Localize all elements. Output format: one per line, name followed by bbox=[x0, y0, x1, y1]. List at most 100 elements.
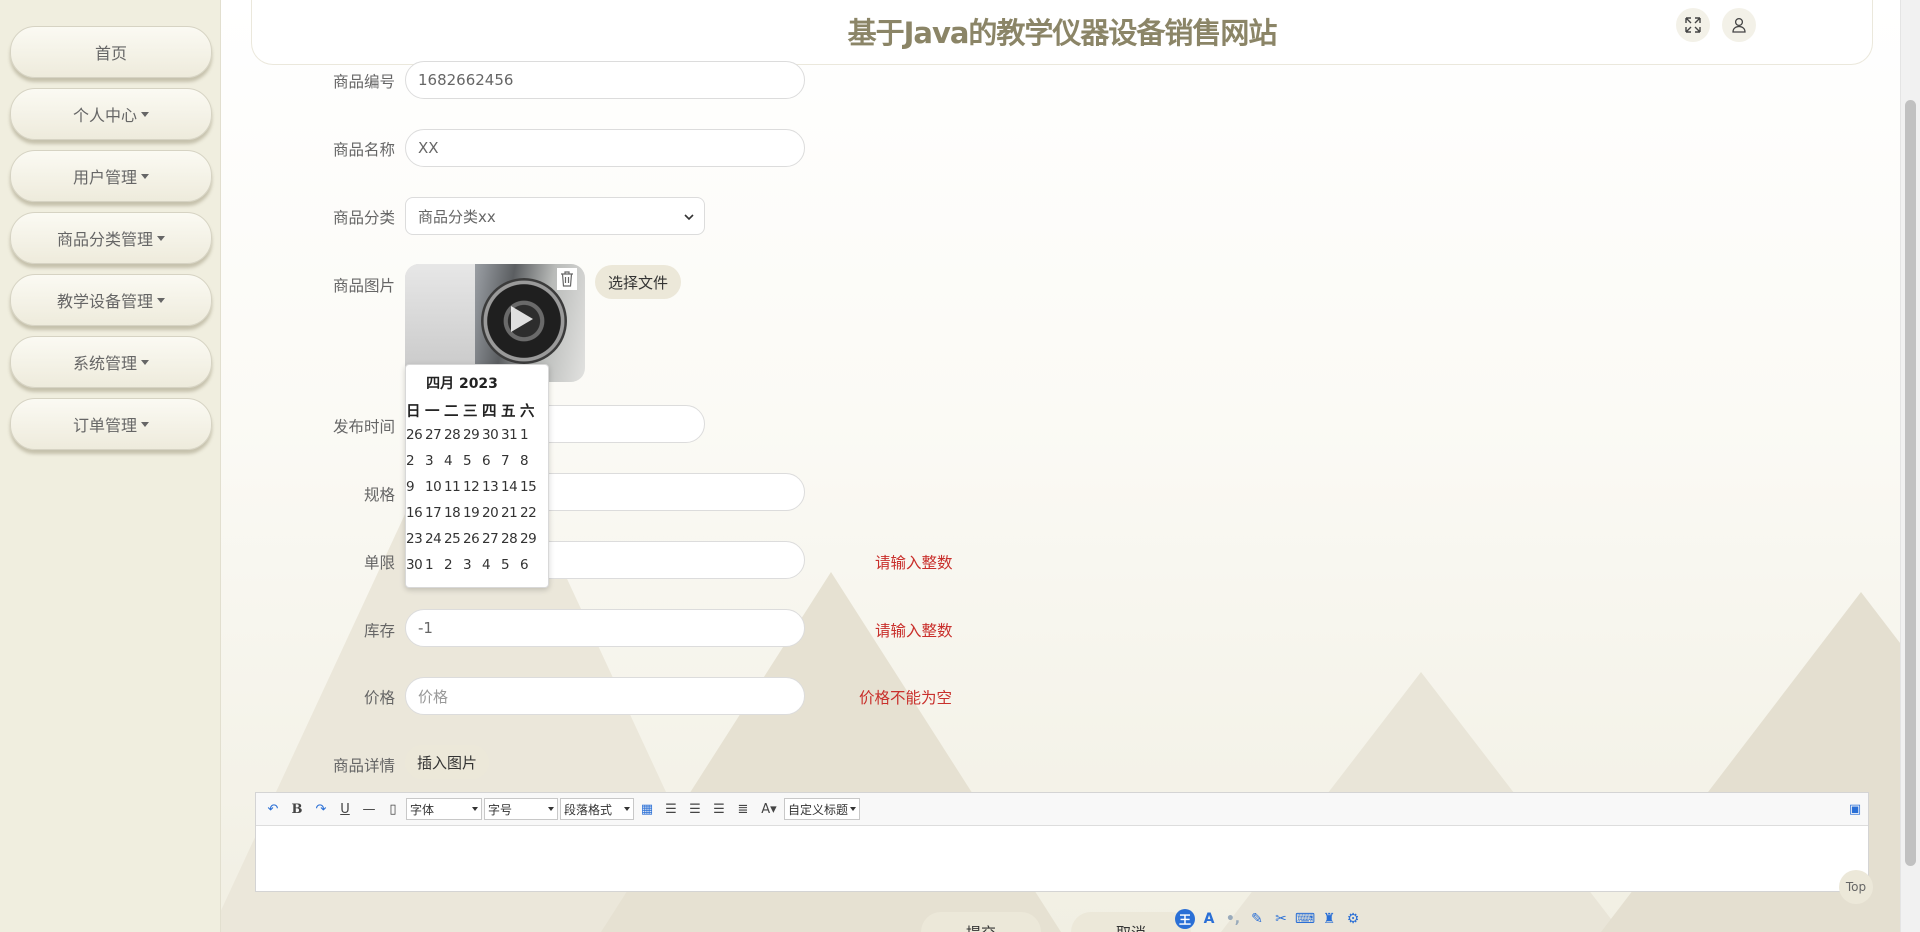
calendar-day[interactable]: 11 bbox=[444, 479, 463, 495]
calendar-day[interactable]: 23 bbox=[406, 531, 425, 547]
calendar-day[interactable]: 3 bbox=[463, 557, 482, 573]
ime-font-icon[interactable]: A bbox=[1199, 909, 1219, 929]
calendar-day[interactable]: 16 bbox=[406, 505, 425, 521]
category-select[interactable]: 商品分类xx bbox=[405, 197, 705, 235]
insert-image-button[interactable]: 插入图片 bbox=[405, 745, 489, 779]
underline-icon[interactable]: U bbox=[334, 799, 356, 819]
calendar-day[interactable]: 12 bbox=[463, 479, 482, 495]
align-center-icon[interactable]: ☰ bbox=[708, 799, 730, 819]
choose-file-button[interactable]: 选择文件 bbox=[595, 265, 681, 299]
calendar-day[interactable]: 13 bbox=[482, 479, 501, 495]
page-scrollbar[interactable] bbox=[1900, 0, 1920, 932]
calendar-day[interactable]: 7 bbox=[501, 453, 520, 469]
calendar-day[interactable]: 19 bbox=[463, 505, 482, 521]
ime-scissors-icon[interactable]: ✂ bbox=[1271, 909, 1291, 929]
font-size-select-label: 字号 bbox=[488, 802, 513, 817]
page-icon[interactable]: ▯ bbox=[382, 799, 404, 819]
ime-logo-icon[interactable]: 王 bbox=[1175, 909, 1195, 929]
calendar-day[interactable]: 4 bbox=[482, 557, 501, 573]
sidebar-item-home[interactable]: 首页 bbox=[10, 26, 212, 78]
calendar-day[interactable]: 30 bbox=[482, 427, 501, 443]
calendar-week-row: 23 24 25 26 27 28 29 bbox=[406, 531, 548, 547]
calendar-day[interactable]: 6 bbox=[520, 557, 539, 573]
paragraph-format-select-label: 段落格式 bbox=[564, 802, 613, 817]
calendar-day[interactable]: 15 bbox=[520, 479, 539, 495]
back-to-top-button[interactable]: Top bbox=[1839, 870, 1873, 904]
calendar-day[interactable]: 5 bbox=[501, 557, 520, 573]
calendar-day[interactable]: 9 bbox=[406, 479, 425, 495]
calendar-day[interactable]: 2 bbox=[444, 557, 463, 573]
fullscreen-editor-icon[interactable]: ▣ bbox=[1844, 799, 1866, 819]
bold-icon[interactable]: B bbox=[286, 799, 308, 819]
paragraph-format-select[interactable]: 段落格式 bbox=[560, 798, 634, 820]
calendar-day[interactable]: 5 bbox=[463, 453, 482, 469]
calendar-day[interactable]: 8 bbox=[520, 453, 539, 469]
calendar-week-row: 30 1 2 3 4 5 6 bbox=[406, 557, 548, 573]
cancel-button[interactable]: 取消 bbox=[1071, 912, 1191, 932]
sidebar-item-label: 用户管理 bbox=[72, 168, 137, 187]
calendar-day[interactable]: 1 bbox=[425, 557, 444, 573]
align-justify-icon[interactable]: ≣ bbox=[732, 799, 754, 819]
calendar-day[interactable]: 10 bbox=[425, 479, 444, 495]
ime-keyboard-icon[interactable]: ⌨ bbox=[1295, 909, 1315, 929]
editor-toolbar: ↶ B ↷ U — ▯ 字体 字号 段落格式 ▦ ☰ ☰ ☰ ≣ A▾ 自定义标… bbox=[256, 793, 1868, 826]
calendar-day[interactable]: 27 bbox=[482, 531, 501, 547]
calendar-day[interactable]: 29 bbox=[463, 427, 482, 443]
table-icon[interactable]: ▦ bbox=[636, 799, 658, 819]
calendar-day[interactable]: 26 bbox=[463, 531, 482, 547]
sidebar: 首页 个人中心 用户管理 商品分类管理 教学设备管理 系统管理 订单管理 bbox=[0, 0, 221, 932]
align-right-icon[interactable]: ☰ bbox=[684, 799, 706, 819]
price-input[interactable]: 价格 bbox=[405, 677, 805, 715]
sidebar-item-profile[interactable]: 个人中心 bbox=[10, 88, 212, 140]
sidebar-item-category[interactable]: 商品分类管理 bbox=[10, 212, 212, 264]
undo-icon[interactable]: ↶ bbox=[262, 799, 284, 819]
calendar-day[interactable]: 1 bbox=[520, 427, 539, 443]
calendar-day[interactable]: 25 bbox=[444, 531, 463, 547]
weekday-label: 四 bbox=[482, 404, 497, 420]
delete-image-button[interactable] bbox=[557, 268, 577, 290]
calendar-day[interactable]: 17 bbox=[425, 505, 444, 521]
ime-pen-icon[interactable]: ✎ bbox=[1247, 909, 1267, 929]
name-input[interactable]: XX bbox=[405, 129, 805, 167]
calendar-day[interactable]: 29 bbox=[520, 531, 539, 547]
stock-input[interactable]: -1 bbox=[405, 609, 805, 647]
calendar-day[interactable]: 24 bbox=[425, 531, 444, 547]
custom-title-select[interactable]: 自定义标题 bbox=[784, 798, 860, 820]
calendar-day[interactable]: 3 bbox=[425, 453, 444, 469]
font-size-select[interactable]: 字号 bbox=[484, 798, 558, 820]
scrollbar-thumb[interactable] bbox=[1905, 100, 1916, 866]
calendar-day[interactable]: 31 bbox=[501, 427, 520, 443]
font-family-select[interactable]: 字体 bbox=[406, 798, 482, 820]
calendar-day[interactable]: 2 bbox=[406, 453, 425, 469]
calendar-day[interactable]: 28 bbox=[444, 427, 463, 443]
align-left-icon[interactable]: ☰ bbox=[660, 799, 682, 819]
sidebar-item-system[interactable]: 系统管理 bbox=[10, 336, 212, 388]
publish-time-label: 发布时间 bbox=[332, 418, 395, 436]
submit-button[interactable]: 提交 bbox=[921, 912, 1041, 932]
calendar-day[interactable]: 20 bbox=[482, 505, 501, 521]
ime-settings-icon[interactable]: ⚙ bbox=[1343, 909, 1363, 929]
calendar-day[interactable]: 28 bbox=[501, 531, 520, 547]
fullscreen-button[interactable] bbox=[1676, 8, 1710, 42]
calendar-day[interactable]: 21 bbox=[501, 505, 520, 521]
calendar-day[interactable]: 18 bbox=[444, 505, 463, 521]
horizontal-rule-icon[interactable]: — bbox=[358, 799, 380, 819]
sidebar-item-orders[interactable]: 订单管理 bbox=[10, 398, 212, 450]
sidebar-item-equipment[interactable]: 教学设备管理 bbox=[10, 274, 212, 326]
sidebar-item-label: 系统管理 bbox=[72, 354, 137, 373]
calendar-day[interactable]: 4 bbox=[444, 453, 463, 469]
user-button[interactable] bbox=[1722, 8, 1756, 42]
font-color-icon[interactable]: A▾ bbox=[756, 799, 782, 819]
calendar-day[interactable]: 22 bbox=[520, 505, 539, 521]
code-input[interactable]: 1682662456 bbox=[405, 61, 805, 99]
caret-down-icon bbox=[141, 421, 149, 427]
calendar-day[interactable]: 26 bbox=[406, 427, 425, 443]
redo-icon[interactable]: ↷ bbox=[310, 799, 332, 819]
calendar-day[interactable]: 14 bbox=[501, 479, 520, 495]
calendar-day[interactable]: 30 bbox=[406, 557, 425, 573]
ime-skin-icon[interactable]: ♜ bbox=[1319, 909, 1339, 929]
ime-punctuation-icon[interactable]: •, bbox=[1223, 909, 1243, 929]
calendar-day[interactable]: 27 bbox=[425, 427, 444, 443]
calendar-day[interactable]: 6 bbox=[482, 453, 501, 469]
sidebar-item-users[interactable]: 用户管理 bbox=[10, 150, 212, 202]
